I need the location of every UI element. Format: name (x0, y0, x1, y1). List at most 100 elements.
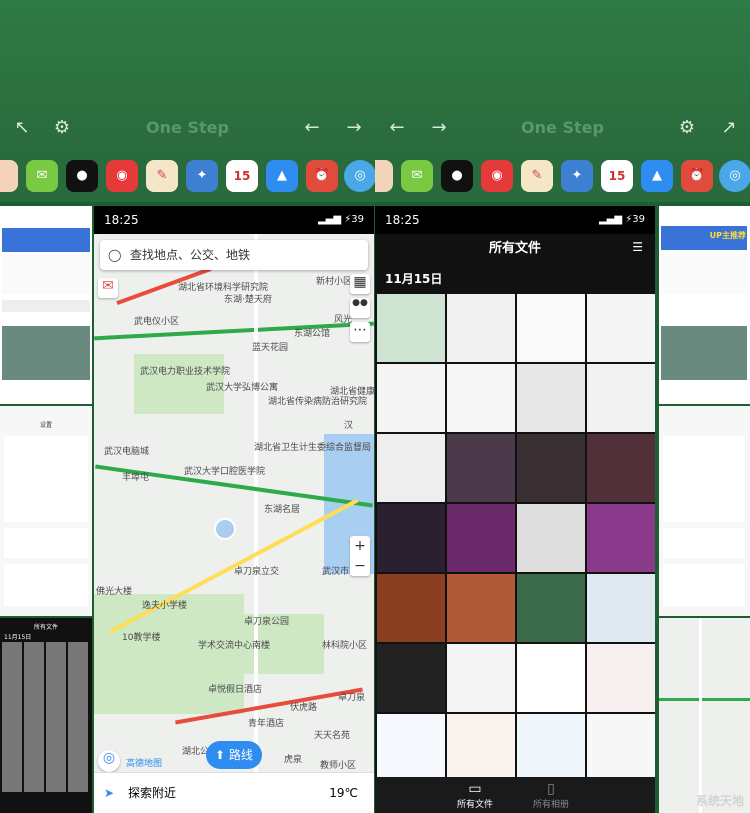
calendar-icon[interactable]: 15 (601, 160, 633, 192)
thumbnail[interactable] (377, 504, 445, 572)
app-dock: ✉ ● ◉ ✎ ✦ 15 ▲ ⏰ ◎ (0, 150, 375, 202)
zoom-controls[interactable]: + − (350, 536, 370, 576)
stamp-icon[interactable]: ✦ (561, 160, 593, 192)
app-icon[interactable] (0, 160, 18, 192)
onestep-topbar: ← → One Step ⚙ ↗ (375, 0, 750, 150)
reminder-icon[interactable]: ⏰ (681, 160, 713, 192)
thumbnail[interactable] (447, 294, 515, 362)
files-icon: ▭ (468, 781, 482, 797)
thumbnail[interactable] (377, 294, 445, 362)
thumbnail[interactable] (517, 294, 585, 362)
browser-icon[interactable]: ◎ (719, 160, 750, 192)
thumbnail[interactable] (587, 644, 655, 712)
thumbnail[interactable] (517, 714, 585, 782)
browser-thumbnail[interactable]: UP主推荐 (659, 206, 750, 404)
thumbnail[interactable] (447, 434, 515, 502)
qq-icon[interactable]: ● (441, 160, 473, 192)
bottom-tab-bar: ▭ 所有文件 ▯ 所有相册 (375, 777, 655, 813)
thumbnail[interactable] (587, 364, 655, 432)
map-label: 天天名苑 (314, 731, 351, 741)
map-search-input[interactable]: ◯ 查找地点、公交、地铁 (100, 240, 368, 270)
thumbnail[interactable] (447, 644, 515, 712)
gear-icon[interactable]: ⚙ (677, 118, 697, 138)
thumbnail[interactable] (587, 714, 655, 782)
app-icon[interactable] (375, 160, 393, 192)
locate-button[interactable]: ◎ (98, 750, 120, 772)
thumbnail[interactable] (587, 434, 655, 502)
thumbnail[interactable] (377, 574, 445, 642)
map-label: 青年酒店 (248, 719, 285, 729)
forward-arrow-icon[interactable]: → (344, 118, 364, 138)
settings-thumbnail[interactable] (659, 406, 750, 616)
status-bar: 18:25 ▂▄▆ ⚡39 (375, 206, 655, 234)
thumbnail[interactable] (447, 714, 515, 782)
expand-icon[interactable]: ↗ (719, 118, 739, 138)
thumbnail[interactable] (447, 504, 515, 572)
thumbnail[interactable] (377, 364, 445, 432)
thumbnail[interactable] (447, 574, 515, 642)
wechat-icon[interactable]: ✉ (26, 160, 58, 192)
thumbnail[interactable] (517, 364, 585, 432)
route-button[interactable]: ⬆ 路线 (206, 741, 262, 769)
map-app-screen[interactable]: 18:25 ▂▄▆ ⚡39 新村小区 湖北省环境科学研究院 东湖·楚天府 武电仪… (94, 206, 374, 813)
weibo-icon[interactable]: ◉ (106, 160, 138, 192)
qq-icon[interactable]: ● (66, 160, 98, 192)
browser-icon[interactable]: ◎ (344, 160, 375, 192)
explore-nearby-button[interactable]: 探索附近 (128, 773, 176, 813)
avatar-icon[interactable]: ◯ (108, 240, 121, 270)
tab-label: 所有相册 (532, 800, 569, 810)
route-label: 路线 (228, 748, 253, 762)
map-thumbnail[interactable] (659, 618, 750, 813)
tab-all-files[interactable]: ▭ 所有文件 (435, 781, 515, 810)
files-thumbnail[interactable]: 所有文件 11月15日 (0, 618, 92, 813)
maps-icon[interactable]: ▲ (266, 160, 298, 192)
calendar-icon[interactable]: 15 (226, 160, 258, 192)
map-label: 东湖·楚天府 (224, 295, 272, 305)
traffic-icon[interactable]: ●● (350, 298, 370, 318)
map-label: 佛光大楼 (96, 587, 133, 597)
thumbnail[interactable] (377, 434, 445, 502)
maps-icon[interactable]: ▲ (641, 160, 673, 192)
map-label: 湖北省卫生计生委综合监督局 (254, 443, 372, 453)
browser-thumbnail[interactable] (0, 206, 92, 404)
thumbnail[interactable] (587, 574, 655, 642)
thumbnail-grid (375, 294, 655, 782)
onestep-topbar: ↖ ⚙ One Step ← → (0, 0, 375, 150)
thumbnail[interactable] (447, 364, 515, 432)
map-label: 武汉大学口腔医学院 (184, 467, 266, 477)
thumbnail[interactable] (517, 434, 585, 502)
thumbnail[interactable] (587, 504, 655, 572)
message-icon[interactable]: ✉ (98, 278, 118, 298)
files-app-screen[interactable]: 18:25 ▂▄▆ ⚡39 所有文件 ☰ 11月15日 ▭ 所有文件 ▯ 所有相… (375, 206, 655, 813)
thumbnail[interactable] (377, 644, 445, 712)
thumbnail[interactable] (377, 714, 445, 782)
status-bar: 18:25 ▂▄▆ ⚡39 (94, 206, 374, 234)
thumbnail[interactable] (517, 504, 585, 572)
map-label: 虎泉 (284, 755, 303, 765)
select-icon[interactable]: ☰ (632, 240, 643, 254)
map-label: 丰埠屯 (122, 473, 150, 483)
back-arrow-icon[interactable]: ← (302, 118, 322, 138)
page-title: 所有文件 (488, 241, 541, 256)
thumbnail[interactable] (517, 644, 585, 712)
wechat-icon[interactable]: ✉ (401, 160, 433, 192)
map-label: 武汉电脑城 (104, 447, 150, 457)
stamp-icon[interactable]: ✦ (186, 160, 218, 192)
map-label: 学术交流中心南楼 (198, 641, 271, 651)
tab-albums[interactable]: ▯ 所有相册 (511, 781, 591, 810)
reminder-icon[interactable]: ⏰ (306, 160, 338, 192)
thumbnail[interactable] (517, 574, 585, 642)
settings-title: 设置 (39, 422, 52, 429)
map-label: 蓝天花园 (252, 343, 289, 353)
notes-icon[interactable]: ✎ (521, 160, 553, 192)
more-icon[interactable]: ⋯ (350, 322, 370, 342)
banner-text: UP主推荐 (709, 231, 746, 240)
weibo-icon[interactable]: ◉ (481, 160, 513, 192)
settings-thumbnail[interactable]: 设置 (0, 406, 92, 616)
notes-icon[interactable]: ✎ (146, 160, 178, 192)
thumbnail[interactable] (587, 294, 655, 362)
layers-icon[interactable]: ▦ (350, 274, 370, 294)
map-canvas[interactable]: 新村小区 湖北省环境科学研究院 东湖·楚天府 武电仪小区 东湖公馆 蓝天花园 武… (94, 234, 374, 813)
navigation-icon: ➤ (104, 786, 115, 800)
map-label: 东湖名居 (264, 505, 301, 515)
